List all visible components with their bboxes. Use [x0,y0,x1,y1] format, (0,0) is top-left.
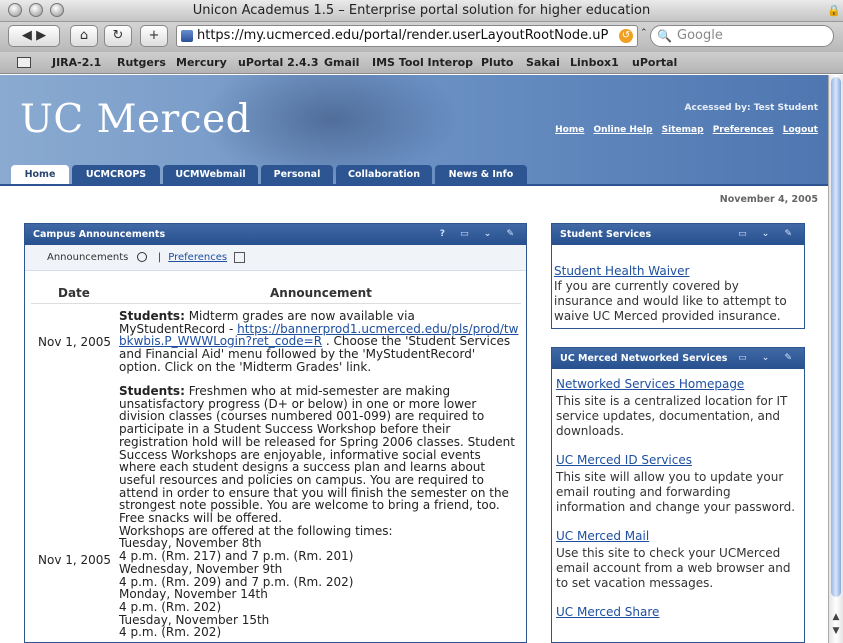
column-announcement: Announcement [270,286,372,300]
announcement-date: Nov 1, 2005 [38,335,112,349]
forward-icon[interactable]: ▶ [36,28,46,43]
service-description: This site will allow you to update your … [556,470,796,514]
bookmark-item[interactable]: Gmail [324,56,359,69]
back-icon[interactable]: ◀ [22,28,32,43]
search-icon: 🔍 [657,29,672,43]
rss-icon[interactable]: ↺ [619,29,633,43]
announcement-text: Students: Midterm grades are now availab… [119,309,519,374]
window-title: Unicon Academus 1.5 – Enterprise portal … [192,3,651,18]
bookmark-item[interactable]: Pluto [481,56,513,69]
tab-home[interactable]: Home [11,165,69,185]
search-icon[interactable] [136,252,147,262]
bookmark-item[interactable]: uPortal [632,56,677,69]
networked-services-homepage-link[interactable]: Networked Services Homepage [556,377,796,392]
column-date: Date [58,286,90,300]
bookmark-item[interactable]: Linbox1 [570,56,619,69]
service-description: This site is a centralized location for … [556,394,788,438]
service-entry: Student Health Waiver If you are current… [554,264,794,324]
channel-controls-icon[interactable]: ? ▭ ⌄ ✎ [440,224,520,245]
service-entry: Networked Services Homepage This site is… [556,377,796,439]
back-forward-buttons[interactable]: ◀ ▶ [8,25,60,47]
portal-tabs: Home UCMCROPS UCMWebmail Personal Collab… [0,165,828,185]
channel-controls-icon[interactable]: ▭ ⌄ ✎ [738,348,798,369]
scrollbar-thumb[interactable] [831,77,841,597]
announcement-text: Students: Freshmen who at mid-semester a… [119,384,515,640]
reload-button[interactable]: ↻ [104,25,132,47]
title-bar: Unicon Academus 1.5 – Enterprise portal … [0,0,843,22]
student-services-channel: Student Services ▭ ⌄ ✎ Student Health Wa… [551,223,805,329]
site-favicon-icon [181,30,193,42]
scroll-down-icon[interactable]: ▼ [829,626,843,640]
bookmark-item[interactable]: JIRA-2.1 [52,56,101,69]
uc-merced-logo: UC Merced [20,97,252,142]
home-button[interactable]: ⌂ [70,25,98,47]
scroll-up-icon[interactable]: ▲ [829,612,843,626]
uc-merced-mail-link[interactable]: UC Merced Mail [556,529,796,544]
bookmark-item[interactable]: IMS Tool Interop [372,56,473,69]
service-entry: UC Merced ID Services This site will all… [556,453,796,515]
channel-title: Campus Announcements [33,229,166,240]
bookmark-item[interactable]: Mercury [176,56,227,69]
logout-link[interactable]: Logout [783,125,818,135]
announcements-toolbar: Announcements | Preferences [25,245,526,271]
online-help-link[interactable]: Online Help [593,125,652,135]
browser-toolbar: ◀ ▶ ⌂ ↻ + https://my.ucmerced.edu/portal… [0,22,843,52]
bookmark-item[interactable]: Sakai [526,56,560,69]
student-health-waiver-link[interactable]: Student Health Waiver [554,264,794,279]
lock-icon: 🔒 [827,4,841,17]
address-bar[interactable]: https://my.ucmerced.edu/portal/render.us… [176,25,638,47]
bookmarks-book-icon[interactable] [17,57,31,68]
announcements-table-header: Date Announcement [31,286,521,304]
url-text: https://my.ucmerced.edu/portal/render.us… [197,28,609,43]
uc-merced-share-link[interactable]: UC Merced Share [556,605,796,620]
header-links: Home Online Help Sitemap Preferences Log… [549,125,818,135]
edit-icon[interactable] [234,251,246,263]
bookmarks-bar: JIRA-2.1 Rutgers Mercury uPortal 2.4.3 G… [0,52,843,74]
current-date: November 4, 2005 [719,194,818,205]
campus-announcements-channel: Campus Announcements ? ▭ ⌄ ✎ Announcemen… [24,223,527,643]
service-entry: UC Merced Mail Use this site to check yo… [556,529,796,591]
vertical-scrollbar[interactable]: ▲ ▼ [828,75,843,643]
search-engine-icon[interactable]: ⌃ [640,28,648,38]
tab-collaboration[interactable]: Collaboration [336,165,432,185]
preferences-link[interactable]: Preferences [713,125,774,135]
tab-personal[interactable]: Personal [261,165,333,185]
browser-window: Unicon Academus 1.5 – Enterprise portal … [0,0,843,643]
sitemap-link[interactable]: Sitemap [662,125,704,135]
service-entry: UC Merced Share [556,605,796,622]
id-services-link[interactable]: UC Merced ID Services [556,453,796,468]
channel-header: Student Services ▭ ⌄ ✎ [552,224,804,245]
service-description: If you are currently covered by insuranc… [554,279,787,323]
bookmark-item[interactable]: Rutgers [117,56,166,69]
accessed-by-label: Accessed by: Test Student [684,103,818,113]
add-bookmark-button[interactable]: + [140,25,168,47]
tab-underline [0,184,828,186]
channel-controls-icon[interactable]: ▭ ⌄ ✎ [738,224,798,245]
home-link[interactable]: Home [555,125,584,135]
table-row: Nov 1, 2005 Students: Freshmen who at mi… [31,384,521,642]
table-row: Nov 1, 2005 Students: Midterm grades are… [31,310,521,374]
tab-news-info[interactable]: News & Info [435,165,527,185]
announcement-date: Nov 1, 2005 [38,553,112,567]
service-description: Use this site to check your UCMerced ema… [556,546,791,590]
preferences-link[interactable]: Preferences [168,252,227,263]
search-input[interactable]: 🔍 Google [650,25,834,47]
toolbar-separator: | [157,252,162,263]
announcements-label: Announcements [47,252,129,263]
channel-title: Student Services [560,229,652,240]
tab-ucmwebmail[interactable]: UCMWebmail [163,165,258,185]
channel-title: UC Merced Networked Services [560,353,728,364]
search-placeholder: Google [677,28,723,43]
bookmark-item[interactable]: uPortal 2.4.3 [238,56,318,69]
channel-header: Campus Announcements ? ▭ ⌄ ✎ [25,224,526,245]
networked-services-channel: UC Merced Networked Services ▭ ⌄ ✎ Netwo… [551,347,805,643]
channel-header: UC Merced Networked Services ▭ ⌄ ✎ [552,348,804,369]
tab-ucmcrops[interactable]: UCMCROPS [72,165,160,185]
